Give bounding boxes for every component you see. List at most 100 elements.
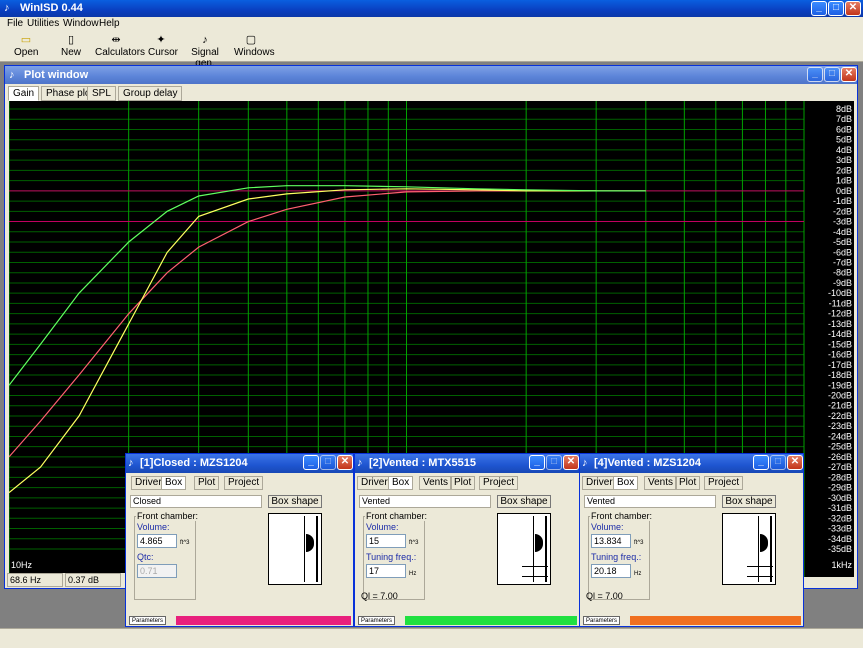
y-tick-label: -19dB: [828, 380, 852, 390]
new-doc-icon: ▯: [67, 34, 75, 46]
cursor-button[interactable]: ✦ Cursor: [148, 34, 178, 58]
box-maximize-icon[interactable]: □: [320, 455, 336, 470]
plot-maximize-icon[interactable]: □: [824, 67, 840, 82]
box-minimize-icon[interactable]: _: [529, 455, 545, 470]
box-shape-button[interactable]: Box shape: [497, 495, 551, 508]
plot-minimize-icon[interactable]: _: [807, 67, 823, 82]
box-window-tab-plot[interactable]: Plot: [450, 476, 476, 490]
app-footer: [0, 628, 863, 648]
box-window-tab-project[interactable]: Project: [224, 476, 264, 490]
y-tick-label: 8dB: [836, 104, 852, 114]
box-close-icon[interactable]: ✕: [787, 455, 803, 470]
box-window-tab-plot[interactable]: Plot: [194, 476, 220, 490]
box-maximize-icon[interactable]: □: [770, 455, 786, 470]
box-window-title-bar[interactable]: ♪ [1]Closed : MZS1204 _ □ ✕: [126, 454, 353, 473]
y-tick-label: -17dB: [828, 360, 852, 370]
box-window-title-bar[interactable]: ♪ [2]Vented : MTX5515 _ □ ✕: [355, 454, 579, 473]
plot-close-icon[interactable]: ✕: [841, 67, 857, 82]
menu-window[interactable]: Window: [63, 18, 99, 29]
volume-unit: ft^3: [634, 540, 644, 546]
y-tick-label: -33dB: [828, 524, 852, 534]
box-shape-button[interactable]: Box shape: [722, 495, 776, 508]
box-close-icon[interactable]: ✕: [337, 455, 353, 470]
box-window-tab-box[interactable]: Box: [161, 476, 187, 490]
y-tick-label: -29dB: [828, 483, 852, 493]
front-chamber-label: Front chamber:: [365, 511, 429, 521]
box-type-field: Vented: [359, 495, 491, 508]
tab-group-delay[interactable]: Group delay: [118, 86, 183, 101]
app-icon: ♪: [4, 2, 10, 14]
box-close-icon[interactable]: ✕: [563, 455, 579, 470]
ql-value: Ql = 7.00: [586, 591, 623, 601]
menu-help[interactable]: Help: [99, 18, 120, 29]
y-tick-label: -4dB: [833, 227, 852, 237]
second-param-label: Tuning freq.:: [591, 552, 642, 562]
box-minimize-icon[interactable]: _: [303, 455, 319, 470]
box-window-tab-vents[interactable]: Vents: [419, 476, 453, 490]
parameters-tab[interactable]: Parameters: [583, 616, 621, 625]
y-tick-label: -2dB: [833, 206, 852, 216]
status-gain: 0.37 dB: [65, 573, 121, 587]
close-icon[interactable]: ✕: [845, 1, 861, 16]
vent-icon: [522, 566, 548, 567]
x-axis-start-label: 10Hz: [11, 560, 33, 570]
plot-window-title-bar[interactable]: ♪ Plot window _ □ ✕: [5, 66, 857, 84]
box-window-tab-box[interactable]: Box: [613, 476, 639, 490]
y-tick-label: -20dB: [828, 391, 852, 401]
second-param-input[interactable]: 17: [366, 564, 406, 578]
second-param-unit: Hz: [634, 571, 642, 577]
y-tick-label: -15dB: [828, 339, 852, 349]
box-maximize-icon[interactable]: □: [546, 455, 562, 470]
y-tick-label: -8dB: [833, 268, 852, 278]
second-param-input[interactable]: 0.71: [137, 564, 177, 578]
tab-spl[interactable]: SPL: [87, 86, 116, 101]
minimize-icon[interactable]: _: [811, 1, 827, 16]
box-window-tab-driver[interactable]: Driver: [357, 476, 392, 490]
windows-button[interactable]: ▢ Windows: [234, 34, 275, 58]
y-tick-label: -1dB: [833, 196, 852, 206]
volume-input[interactable]: 13.834: [591, 534, 631, 548]
y-tick-label: 6dB: [836, 124, 852, 134]
menu-utilities[interactable]: Utilities: [27, 18, 59, 29]
signal-gen-button[interactable]: ♪ Signal gen.: [185, 34, 225, 69]
plot-status-bar: 68.6 Hz 0.37 dB: [7, 573, 132, 587]
app-title-bar[interactable]: ♪ WinISD 0.44 _ □ ✕: [0, 0, 863, 17]
volume-label: Volume:: [591, 522, 624, 532]
box-window-title: [4]Vented : MZS1204: [594, 457, 701, 469]
ql-value: Ql = 7.00: [361, 591, 398, 601]
box-window-title-bar[interactable]: ♪ [4]Vented : MZS1204 _ □ ✕: [580, 454, 803, 473]
box-window-title: [2]Vented : MTX5515: [369, 457, 476, 469]
box-shape-button[interactable]: Box shape: [268, 495, 322, 508]
new-button[interactable]: ▯ New: [60, 34, 82, 58]
box-window-tab-driver[interactable]: Driver: [582, 476, 617, 490]
tab-gain[interactable]: Gain: [8, 86, 40, 101]
parameters-tab[interactable]: Parameters: [129, 616, 167, 625]
box-window-tab-project[interactable]: Project: [704, 476, 744, 490]
menu-file[interactable]: File: [7, 18, 23, 29]
y-tick-label: -23dB: [828, 421, 852, 431]
second-param-label: Tuning freq.:: [366, 552, 417, 562]
box-window-tab-project[interactable]: Project: [479, 476, 519, 490]
box-window-2: ♪ [2]Vented : MTX5515 _ □ ✕ Driver Box Ven…: [354, 453, 580, 627]
box-window-tab-vents[interactable]: Vents: [644, 476, 678, 490]
box-window-tab-plot[interactable]: Plot: [675, 476, 701, 490]
y-tick-label: 7dB: [836, 114, 852, 124]
volume-input[interactable]: 15: [366, 534, 406, 548]
box-window-tab-box[interactable]: Box: [388, 476, 414, 490]
second-param-input[interactable]: 20.18: [591, 564, 631, 578]
menu-bar: File Utilities Window Help: [0, 17, 863, 32]
plot-window-title: Plot window: [24, 69, 89, 81]
parameters-tab[interactable]: Parameters: [358, 616, 396, 625]
y-tick-label: 4dB: [836, 145, 852, 155]
maximize-icon[interactable]: □: [828, 1, 844, 16]
volume-input[interactable]: 4.865: [137, 534, 177, 548]
box-color-bar: [176, 616, 351, 625]
y-tick-label: 1dB: [836, 176, 852, 186]
box-window-title: [1]Closed : MZS1204: [140, 457, 248, 469]
open-button[interactable]: ▭ Open: [14, 34, 38, 58]
box-minimize-icon[interactable]: _: [753, 455, 769, 470]
y-tick-label: -6dB: [833, 247, 852, 257]
second-param-label: Qtc:: [137, 552, 154, 562]
calculators-button[interactable]: ⇹ Calculators: [95, 34, 145, 58]
plot-window-icon: ♪: [9, 69, 15, 81]
